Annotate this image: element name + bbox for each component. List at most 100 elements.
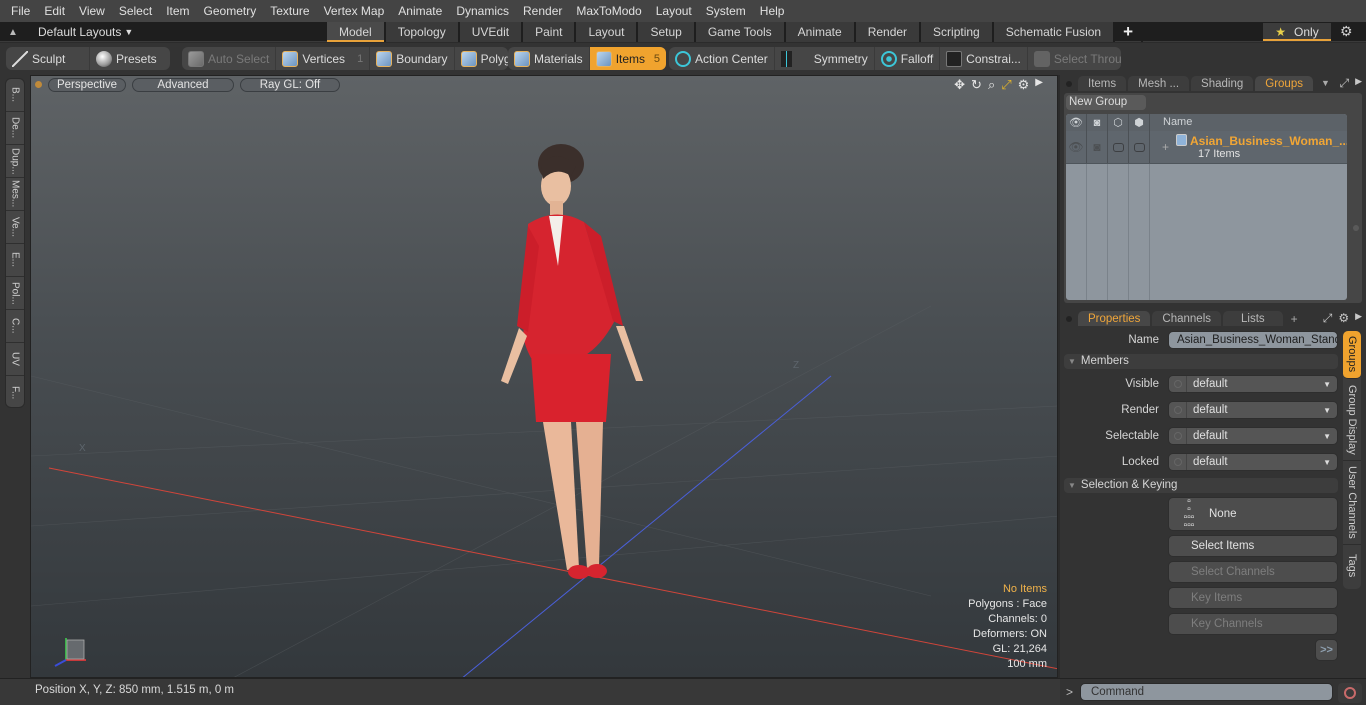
gear-icon[interactable]: ⚙ [1340, 23, 1353, 40]
tab-items[interactable]: Items [1078, 76, 1127, 91]
left-tab-basic[interactable]: B... [6, 79, 24, 112]
maximize-panel-icon[interactable]: ⤢ [1339, 76, 1349, 91]
raygl-button[interactable]: Ray GL: Off [240, 77, 340, 92]
visibility-column-icon[interactable]: 👁 [1066, 114, 1087, 131]
scrollbar-handle[interactable] [1353, 225, 1359, 231]
menu-animate[interactable]: Animate [391, 0, 449, 22]
menu-select[interactable]: Select [112, 0, 159, 22]
expand-plus-icon[interactable]: + [1162, 140, 1169, 154]
only-button[interactable]: ★ Only [1263, 23, 1331, 41]
tab-scripting[interactable]: Scripting [921, 22, 994, 42]
tab-game-tools[interactable]: Game Tools [695, 22, 786, 42]
materials-button[interactable]: Materials [508, 47, 590, 70]
menu-help[interactable]: Help [753, 0, 792, 22]
menu-render[interactable]: Render [516, 0, 569, 22]
tab-properties[interactable]: Properties [1078, 311, 1151, 326]
menu-layout[interactable]: Layout [649, 0, 699, 22]
members-section[interactable]: ▼ Members [1064, 354, 1338, 369]
shading-mode-button[interactable]: Advanced [132, 77, 234, 92]
presets-button[interactable]: Presets [90, 47, 163, 70]
layouts-dropdown[interactable]: ▲ Default Layouts ▼ [8, 22, 133, 42]
select-channels-button[interactable]: Select Channels [1168, 561, 1338, 583]
menu-view[interactable]: View [72, 0, 112, 22]
3d-viewport[interactable]: Z X Perspective Advanced Ray GL: Off ✥ ↻… [30, 75, 1058, 678]
tab-schematic-fusion[interactable]: Schematic Fusion [993, 22, 1116, 42]
menu-file[interactable]: File [4, 0, 37, 22]
left-tab-edge[interactable]: E... [6, 244, 24, 277]
panel-gear-icon[interactable]: ⚙ [1338, 311, 1349, 326]
maximize-view-icon[interactable]: ⤢ [1001, 77, 1011, 93]
tab-uvedit[interactable]: UVEdit [459, 22, 524, 42]
key-channels-button[interactable]: Key Channels [1168, 613, 1338, 635]
add-tab-button[interactable]: + [1115, 22, 1144, 42]
select-items-button[interactable]: Select Items [1168, 535, 1338, 557]
boundary-button[interactable]: Boundary [370, 47, 455, 70]
tab-lists[interactable]: Lists [1223, 311, 1283, 326]
name-column-header[interactable]: Name [1150, 114, 1192, 131]
record-macro-button[interactable] [1338, 683, 1362, 703]
zoom-view-icon[interactable]: ⌕ [988, 77, 995, 93]
panel-options-dot[interactable] [1066, 81, 1072, 87]
row-lock-toggle[interactable] [1108, 131, 1129, 163]
menu-vertex-map[interactable]: Vertex Map [317, 0, 392, 22]
visible-dropdown[interactable]: default ▼ [1168, 375, 1338, 393]
collapse-up-icon[interactable]: ▲ [8, 27, 20, 38]
menu-edit[interactable]: Edit [37, 0, 72, 22]
move-view-icon[interactable]: ✥ [954, 77, 965, 93]
vertices-button[interactable]: Vertices 1 [276, 47, 371, 70]
tab-topology[interactable]: Topology [385, 22, 460, 42]
tab-setup[interactable]: Setup [638, 22, 696, 42]
left-tab-uv[interactable]: UV [6, 343, 24, 376]
left-tab-curve[interactable]: C... [6, 310, 24, 343]
left-tab-deform[interactable]: De... [6, 112, 24, 145]
constraints-button[interactable]: Constrai... [940, 47, 1028, 70]
menu-system[interactable]: System [699, 0, 753, 22]
viewport-options-dot[interactable] [35, 81, 42, 88]
expand-arrow-icon[interactable]: ▶ [1035, 77, 1043, 93]
tab-animate[interactable]: Animate [785, 22, 856, 42]
left-tab-polygon[interactable]: Pol... [6, 277, 24, 310]
rotate-view-icon[interactable]: ↻ [971, 77, 982, 93]
tab-model[interactable]: Model [327, 22, 386, 42]
locked-dropdown[interactable]: default ▼ [1168, 453, 1338, 471]
view-mode-button[interactable]: Perspective [48, 77, 126, 92]
tab-shading[interactable]: Shading [1191, 76, 1254, 91]
items-button[interactable]: Items 5 [589, 47, 666, 70]
select-through-button[interactable]: Select Through [1028, 47, 1121, 70]
selection-keying-section[interactable]: ▼ Selection & Keying [1064, 478, 1338, 493]
falloff-button[interactable]: Falloff [875, 47, 941, 70]
select-column-icon[interactable]: ⬢ [1129, 114, 1150, 131]
left-tab-mesh[interactable]: Mes... [6, 178, 24, 211]
menu-dynamics[interactable]: Dynamics [449, 0, 516, 22]
menu-maxtomodo[interactable]: MaxToModo [569, 0, 648, 22]
character-model[interactable] [501, 144, 643, 579]
auto-select-button[interactable]: Auto Select [182, 47, 277, 70]
menu-item[interactable]: Item [159, 0, 196, 22]
tab-mesh[interactable]: Mesh ... [1128, 76, 1190, 91]
selectable-dropdown[interactable]: default ▼ [1168, 427, 1338, 445]
sculpt-button[interactable]: Sculpt [6, 47, 90, 70]
tab-render[interactable]: Render [855, 22, 922, 42]
row-render-icon[interactable]: ◙ [1087, 131, 1108, 163]
menu-geometry[interactable]: Geometry [197, 0, 264, 22]
key-items-button[interactable]: Key Items [1168, 587, 1338, 609]
command-input[interactable]: Command [1080, 683, 1333, 701]
row-visibility-icon[interactable]: 👁 [1066, 131, 1087, 163]
tab-groups[interactable]: Groups [1255, 76, 1313, 91]
left-tab-vertex[interactable]: Ve... [6, 211, 24, 244]
tab-channels[interactable]: Channels [1152, 311, 1222, 326]
panel-arrow-icon[interactable]: ▶ [1355, 311, 1362, 326]
more-button[interactable]: >> [1315, 639, 1338, 661]
render-column-icon[interactable]: ◙ [1087, 114, 1108, 131]
panel-arrow-icon[interactable]: ▶ [1355, 76, 1362, 91]
left-tab-fusion[interactable]: F... [6, 376, 24, 409]
row-select-toggle[interactable] [1129, 131, 1150, 163]
side-tab-groups[interactable]: Groups [1343, 331, 1361, 379]
side-tab-tags[interactable]: Tags [1343, 545, 1361, 587]
polygons-button[interactable]: Polygons [455, 47, 508, 70]
menu-texture[interactable]: Texture [263, 0, 316, 22]
render-dropdown[interactable]: default ▼ [1168, 401, 1338, 419]
viewport-gear-icon[interactable]: ⚙ [1018, 77, 1030, 93]
new-group-button[interactable]: New Group [1066, 95, 1146, 110]
group-row[interactable]: 👁 ◙ + Asian_Business_Woman_... 17 Items [1066, 131, 1347, 164]
